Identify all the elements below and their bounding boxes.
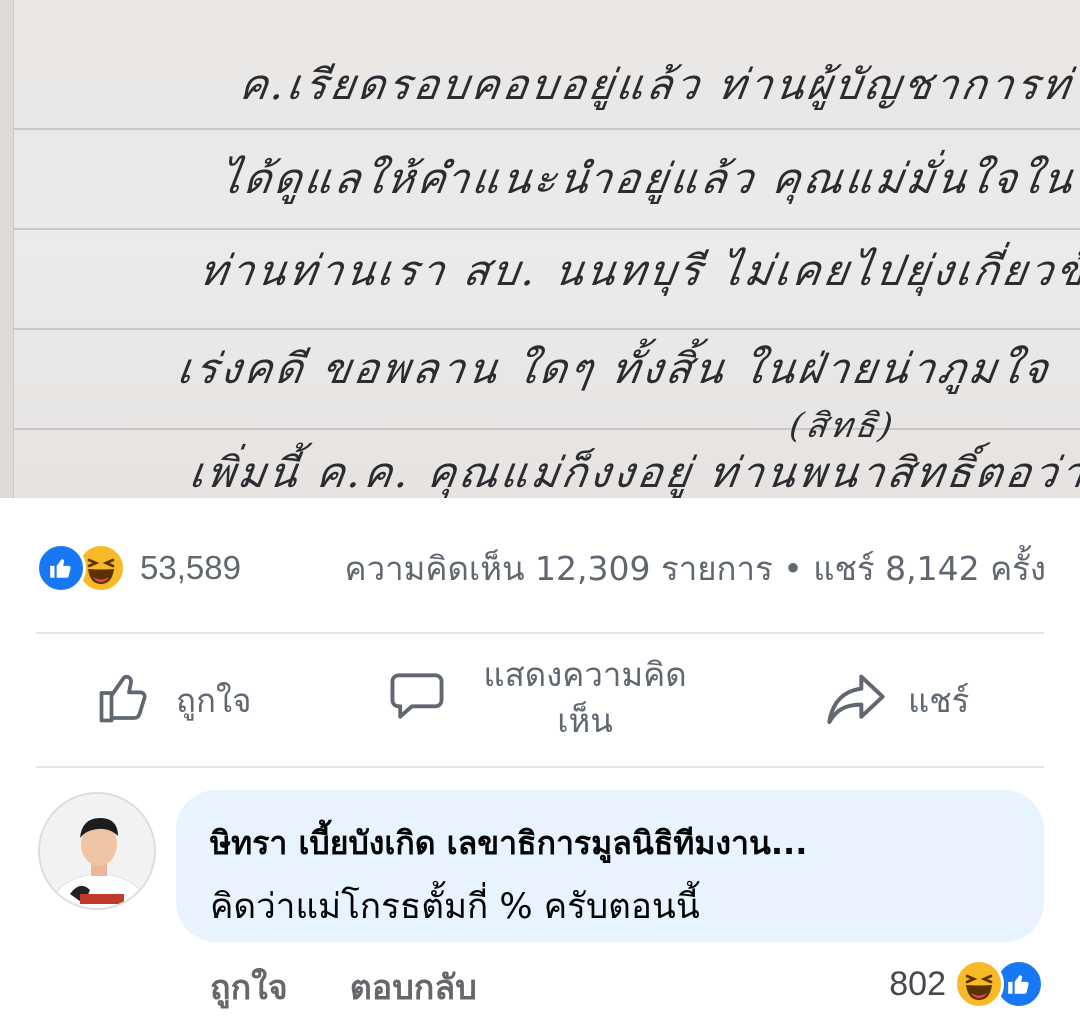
reaction-summary[interactable]: 53,589 ความคิดเห็น 12,309 รายการ • แชร์ … (36, 540, 1046, 596)
post-action-bar: ถูกใจ แสดงความคิด เห็น แชร์ (36, 640, 1044, 760)
comment-actions: ถูกใจ ตอบกลับ (210, 962, 539, 1012)
reaction-count: 53,589 (140, 549, 241, 586)
note-line-3: ท่านท่านเรา สบ. นนทบุรี ไม่เคยไปยุ่งเกี่… (196, 246, 1080, 295)
like-button[interactable]: ถูกใจ (94, 668, 251, 732)
share-arrow-icon (824, 668, 888, 732)
comment-bubble[interactable]: ษิทรา เบี้ยบังเกิด เลขาธิการมูลนิธิทีมงา… (176, 790, 1044, 942)
comments-shares-stats[interactable]: ความคิดเห็น 12,309 รายการ • แชร์ 8,142 ค… (345, 542, 1046, 595)
comment-like-button[interactable]: ถูกใจ (210, 960, 288, 1014)
note-line-1: ค.เรียดรอบคอบอยู่แล้ว ท่านผู้บัญชาการท่า… (236, 60, 1080, 109)
share-label: แชร์ (908, 680, 970, 720)
like-label: ถูกใจ (176, 680, 252, 720)
note-line-5: เพิ่มนี้ ค.ค. คุณแม่ก็งงอยู่ ท่านพนาสิทธ… (186, 448, 1080, 497)
comment-text: คิดว่าแม่โกรธตั้มกี่ % ครับตอนนี้ (210, 887, 700, 927)
post-image-handwritten-note[interactable]: ค.เรียดรอบคอบอยู่แล้ว ท่านผู้บัญชาการท่า… (0, 0, 1080, 498)
comment-label: แสดงความคิด เห็น (483, 655, 687, 740)
divider-top (36, 632, 1044, 634)
speech-bubble-icon (386, 665, 448, 731)
comment-reply-button[interactable]: ตอบกลับ (350, 960, 477, 1014)
page-edge (0, 0, 14, 498)
comment-button[interactable]: แสดงความคิด เห็น (386, 652, 700, 744)
divider-bottom (36, 766, 1044, 768)
share-button[interactable]: แชร์ (824, 668, 969, 732)
comment-reactions[interactable]: 802 (889, 956, 1044, 1012)
commenter-avatar[interactable] (38, 792, 156, 910)
like-reaction-icon (36, 543, 86, 593)
note-line-2: ได้ดูแลให้คำแนะนำอยู่แล้ว คุณแม่มั่นใจใน (216, 154, 1079, 203)
note-line-4: เร่งคดี ขอพลาน ใดๆ ทั้งสิ้น ในฝ่ายน่าภูม… (174, 344, 1055, 393)
thumbs-up-icon (94, 668, 154, 732)
comment-author[interactable]: ษิทรา เบี้ยบังเกิด เลขาธิการมูลนิธิทีมงา… (210, 818, 1010, 869)
haha-reaction-icon (954, 959, 1004, 1009)
comment-reaction-count: 802 (889, 964, 946, 1003)
